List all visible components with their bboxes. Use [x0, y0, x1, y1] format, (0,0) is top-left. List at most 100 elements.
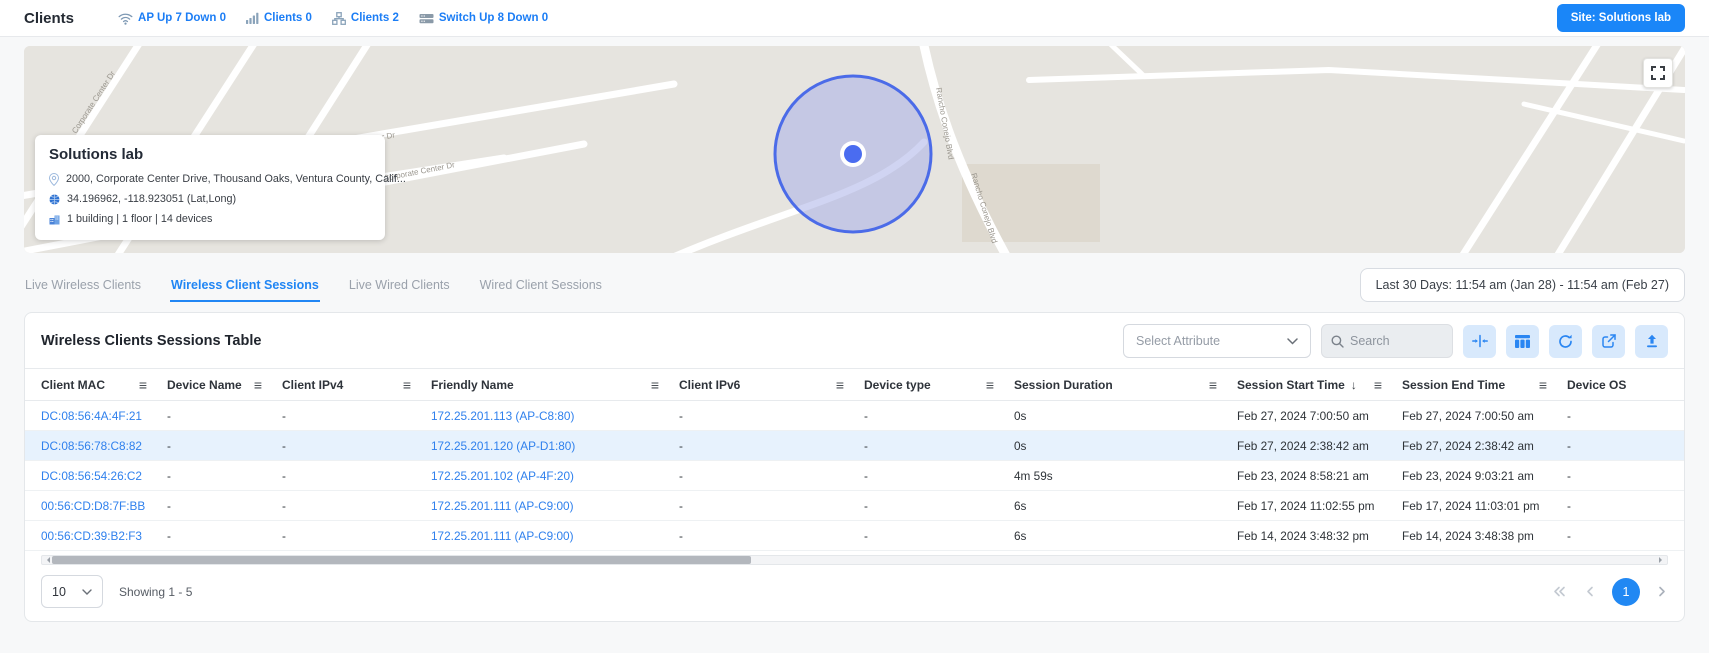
- scrollbar-thumb[interactable]: [52, 556, 751, 564]
- cell-value: -: [864, 529, 1014, 543]
- column-menu-icon[interactable]: ≡: [1539, 377, 1547, 393]
- tab-live-wired-clients[interactable]: Live Wired Clients: [348, 269, 451, 302]
- cell-link[interactable]: 172.25.201.113 (AP-C8:80): [431, 409, 679, 423]
- cell-value: -: [679, 439, 864, 453]
- column-menu-icon[interactable]: ≡: [139, 377, 147, 393]
- cell-value: -: [679, 469, 864, 483]
- cell-value: 6s: [1014, 529, 1237, 543]
- wireless-clients-status[interactable]: Clients 0: [246, 12, 312, 24]
- page-title: Clients: [24, 10, 74, 27]
- chevron-left-icon: [1586, 586, 1594, 597]
- cell-value: -: [167, 439, 282, 453]
- next-page-button[interactable]: [1656, 584, 1668, 599]
- column-menu-icon[interactable]: ≡: [1209, 377, 1217, 393]
- cell-value: -: [864, 439, 1014, 453]
- cell-value: -: [864, 499, 1014, 513]
- column-label: Device OS: [1567, 378, 1626, 392]
- cell-value: -: [167, 529, 282, 543]
- cell-value: Feb 27, 2024 7:00:50 am: [1237, 409, 1402, 423]
- upload-button[interactable]: [1635, 325, 1668, 358]
- tab-wired-client-sessions[interactable]: Wired Client Sessions: [479, 269, 603, 302]
- column-header-session-start-time[interactable]: Session Start Time↓≡: [1237, 377, 1402, 393]
- sessions-table-card: Wireless Clients Sessions Table Select A…: [24, 312, 1685, 622]
- site-map[interactable]: Corporate Center Dr Corporate Center Dr …: [24, 46, 1685, 253]
- refresh-button[interactable]: [1549, 325, 1582, 358]
- column-menu-icon[interactable]: ≡: [403, 377, 411, 393]
- column-menu-icon[interactable]: ≡: [986, 377, 994, 393]
- cell-link[interactable]: DC:08:56:4A:4F:21: [41, 409, 167, 423]
- cell-value: -: [282, 469, 431, 483]
- column-header-device-name[interactable]: Device Name≡: [167, 377, 282, 393]
- column-header-friendly-name[interactable]: Friendly Name≡: [431, 377, 679, 393]
- fit-columns-button[interactable]: [1463, 325, 1496, 358]
- table-row[interactable]: DC:08:56:78:C8:82--172.25.201.120 (AP-D1…: [25, 431, 1684, 461]
- chevron-right-icon: [1658, 586, 1666, 597]
- table-row[interactable]: 00:56:CD:D8:7F:BB--172.25.201.111 (AP-C9…: [25, 491, 1684, 521]
- column-header-session-end-time[interactable]: Session End Time≡: [1402, 377, 1567, 393]
- table-row[interactable]: 00:56:CD:39:B2:F3--172.25.201.111 (AP-C9…: [25, 521, 1684, 551]
- site-coordinates-row: 34.196962, -118.923051 (Lat,Long): [49, 190, 371, 210]
- cell-value: -: [679, 529, 864, 543]
- site-summary-row: 1 building | 1 floor | 14 devices: [49, 210, 371, 230]
- tab-wireless-client-sessions[interactable]: Wireless Client Sessions: [170, 269, 320, 302]
- cell-value: -: [1567, 439, 1672, 453]
- cell-link[interactable]: 172.25.201.111 (AP-C9:00): [431, 499, 679, 513]
- site-selector-button[interactable]: Site: Solutions lab: [1557, 4, 1685, 32]
- refresh-icon: [1558, 334, 1573, 349]
- columns-icon: [1515, 335, 1530, 348]
- table-row[interactable]: DC:08:56:54:26:C2 - -172.25.201.102 (AP-4F…: [25, 461, 1684, 491]
- ap-status[interactable]: AP Up 7 Down 0: [118, 12, 226, 25]
- column-header-device-os[interactable]: Device OS: [1567, 378, 1672, 392]
- tab-live-wireless-clients[interactable]: Live Wireless Clients: [24, 269, 142, 302]
- current-page-button[interactable]: 1: [1612, 578, 1640, 606]
- cell-link[interactable]: 172.25.201.102 (AP-4F:20): [431, 469, 679, 483]
- column-header-device-type[interactable]: Device type≡: [864, 377, 1014, 393]
- cell-value: Feb 27, 2024 2:38:42 am: [1402, 439, 1567, 453]
- tabs: Live Wireless Clients Wireless Client Ses…: [24, 269, 603, 302]
- pagination: 1: [1551, 578, 1668, 606]
- manage-columns-button[interactable]: [1506, 325, 1539, 358]
- cell-link[interactable]: DC:08:56:54:26:C2: [41, 469, 167, 483]
- cell-value: 6s: [1014, 499, 1237, 513]
- switch-status-label: Switch Up 8 Down 0: [439, 12, 548, 24]
- page-size-select[interactable]: 10: [41, 575, 103, 608]
- cell-link[interactable]: 172.25.201.111 (AP-C9:00): [431, 529, 679, 543]
- cell-link[interactable]: 172.25.201.120 (AP-D1:80): [431, 439, 679, 453]
- location-pin-icon: [49, 173, 59, 186]
- column-header-client-ipv6[interactable]: Client IPv6≡: [679, 377, 864, 393]
- cell-link[interactable]: 00:56:CD:D8:7F:BB: [41, 499, 167, 513]
- map-fullscreen-button[interactable]: [1643, 58, 1673, 88]
- cell-value: -: [864, 409, 1014, 423]
- previous-page-button[interactable]: [1584, 584, 1596, 599]
- table-toolbar: Wireless Clients Sessions Table Select A…: [25, 313, 1684, 368]
- scroll-left-arrow-icon[interactable]: [44, 557, 50, 563]
- cell-value: Feb 14, 2024 3:48:32 pm: [1237, 529, 1402, 543]
- export-button[interactable]: [1592, 325, 1625, 358]
- client-view-tabs-row: Live Wireless Clients Wireless Client Ses…: [24, 268, 1685, 302]
- column-menu-icon[interactable]: ≡: [651, 377, 659, 393]
- attribute-filter-select[interactable]: Select Attribute: [1123, 324, 1311, 358]
- table-search[interactable]: [1321, 324, 1453, 358]
- first-page-button[interactable]: [1551, 584, 1568, 599]
- site-marker[interactable]: [844, 145, 862, 163]
- table-row[interactable]: DC:08:56:4A:4F:21--172.25.201.113 (AP-C8…: [25, 401, 1684, 431]
- column-header-client-mac[interactable]: Client MAC≡: [41, 377, 167, 393]
- column-menu-icon[interactable]: ≡: [836, 377, 844, 393]
- switch-status[interactable]: Switch Up 8 Down 0: [419, 12, 548, 24]
- site-name: Solutions lab: [49, 146, 371, 163]
- horizontal-scrollbar[interactable]: [41, 555, 1668, 565]
- scroll-right-arrow-icon[interactable]: [1659, 557, 1665, 563]
- wired-clients-status[interactable]: Clients 2: [332, 12, 399, 25]
- cell-value: Feb 17, 2024 11:02:55 pm: [1237, 499, 1402, 513]
- search-input[interactable]: [1350, 334, 1436, 348]
- column-menu-icon[interactable]: ≡: [1374, 377, 1382, 393]
- cell-link[interactable]: DC:08:56:78:C8:82: [41, 439, 167, 453]
- column-header-client-ipv4[interactable]: Client IPv4≡: [282, 377, 431, 393]
- cell-value: Feb 27, 2024 2:38:42 am: [1237, 439, 1402, 453]
- sort-descending-icon[interactable]: ↓: [1351, 378, 1357, 392]
- switch-icon: [419, 13, 434, 24]
- column-header-session-duration[interactable]: Session Duration≡: [1014, 377, 1237, 393]
- cell-link[interactable]: 00:56:CD:39:B2:F3: [41, 529, 167, 543]
- date-range-picker[interactable]: Last 30 Days: 11:54 am (Jan 28) - 11:54 …: [1360, 268, 1685, 302]
- column-menu-icon[interactable]: ≡: [254, 377, 262, 393]
